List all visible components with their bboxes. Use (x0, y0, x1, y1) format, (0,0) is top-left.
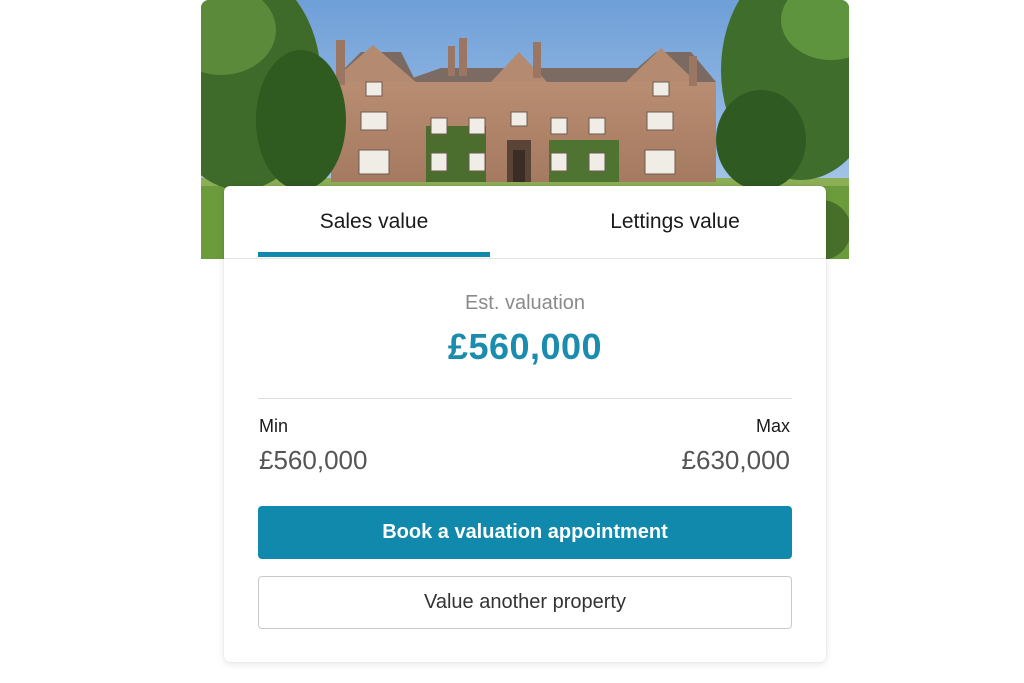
valuation-tabs: Sales value Lettings value (224, 186, 826, 259)
max-label: Max (755, 416, 790, 436)
estimated-valuation-label: Est. valuation (464, 292, 586, 314)
valuation-widget: Sales value Lettings value Est. valuatio… (0, 0, 1024, 683)
tab-lettings-value[interactable]: Lettings value (560, 186, 790, 258)
active-tab-indicator (258, 252, 490, 257)
min-label: Min (259, 416, 289, 436)
min-value: £560,000 (259, 445, 368, 475)
estimated-valuation-amount: £560,000 (447, 326, 603, 367)
value-another-property-button[interactable]: Value another property (258, 576, 792, 629)
divider (258, 398, 792, 399)
valuation-card: Sales value Lettings value Est. valuatio… (224, 186, 826, 662)
max-value: £630,000 (681, 445, 790, 475)
tab-sales-value[interactable]: Sales value (258, 186, 490, 258)
book-valuation-appointment-button[interactable]: Book a valuation appointment (258, 506, 792, 559)
tab-lettings-value-label: Lettings value (610, 210, 740, 233)
tab-sales-value-label: Sales value (319, 210, 429, 233)
